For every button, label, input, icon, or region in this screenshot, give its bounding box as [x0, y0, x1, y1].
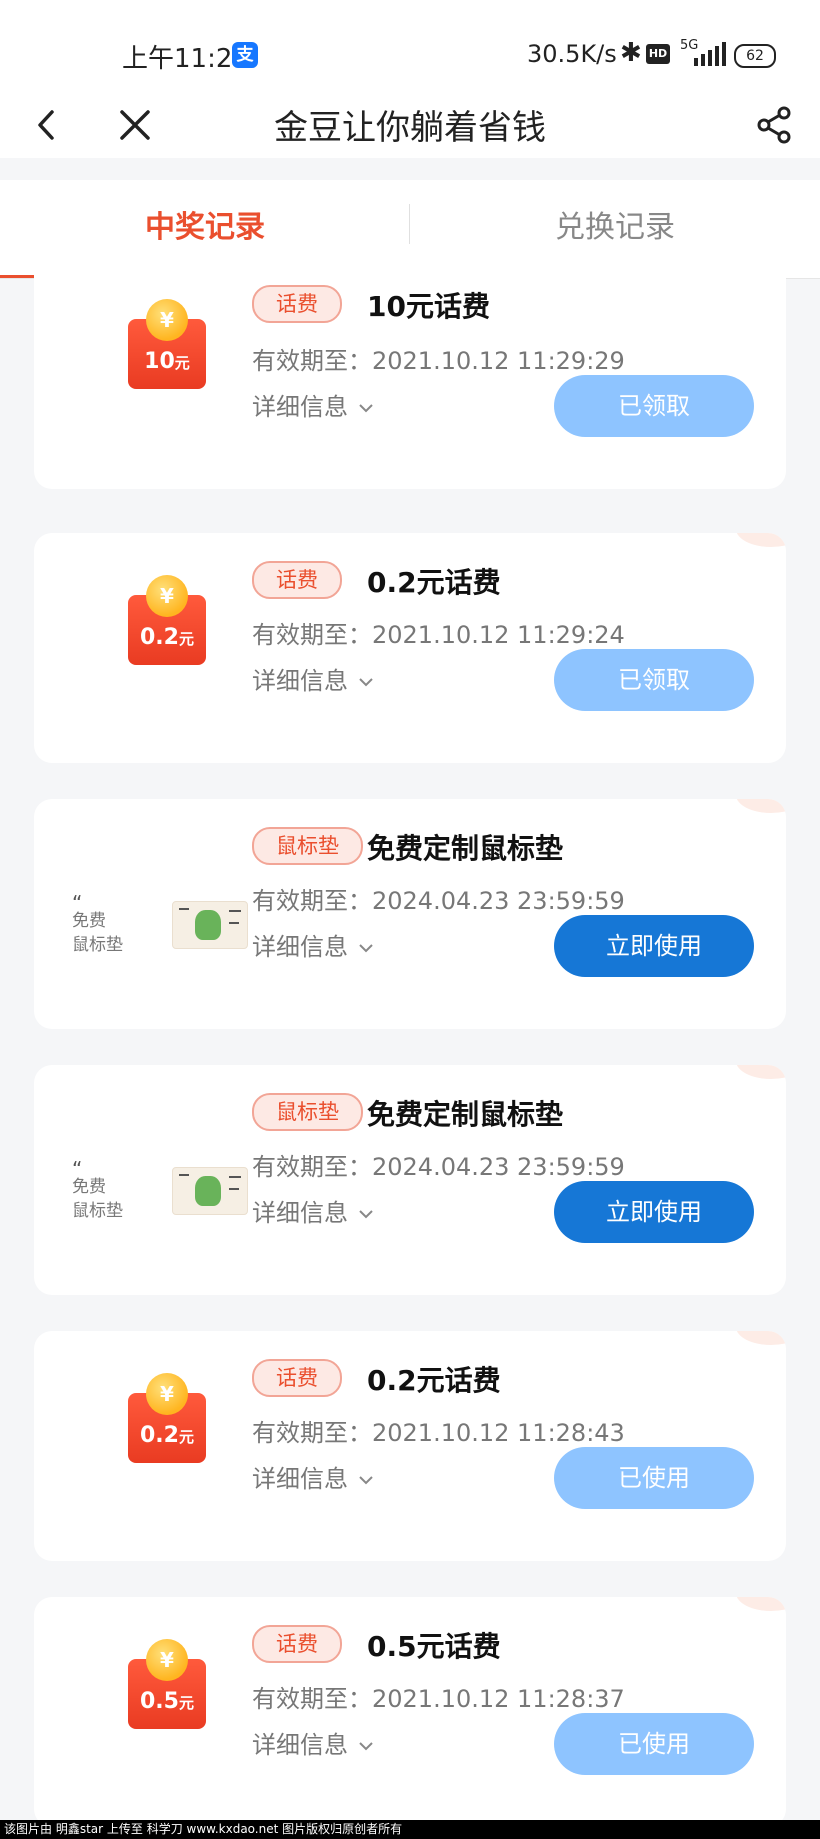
redpack-amount: 10元	[144, 349, 190, 374]
battery-icon: 62	[734, 44, 776, 68]
details-toggle[interactable]: 详细信息	[252, 927, 374, 962]
prize-card: “ 免费 鼠标垫 鼠标垫 免费定制鼠标垫 有效期至：2024.04.23 23:…	[34, 1065, 786, 1295]
prize-title: 0.2元话费	[367, 566, 501, 599]
used-button[interactable]: 已使用	[554, 1447, 754, 1509]
status-time: 上午11:29	[122, 44, 249, 74]
redpack-thumbnail: ¥ 0.2元	[64, 533, 234, 763]
details-toggle[interactable]: 详细信息	[252, 1459, 374, 1494]
details-label: 详细信息	[252, 667, 348, 695]
card-corner-decoration	[736, 799, 786, 813]
details-toggle[interactable]: 详细信息	[252, 1725, 374, 1760]
category-tag: 鼠标垫	[252, 827, 363, 865]
prize-title: 10元话费	[367, 290, 490, 323]
use-now-button[interactable]: 立即使用	[554, 915, 754, 977]
page-title: 金豆让你躺着省钱	[274, 108, 546, 148]
coin-icon: ¥	[146, 1639, 188, 1681]
redpack-amount: 0.5元	[140, 1689, 194, 1714]
category-tag: 话费	[252, 1625, 342, 1663]
validity-text: 有效期至：2024.04.23 23:59:59	[252, 887, 625, 915]
chevron-down-icon	[359, 1476, 373, 1485]
prize-card: ¥ 0.2元 话费 0.2元话费 有效期至：2021.10.12 11:28:4…	[34, 1331, 786, 1561]
category-tag: 话费	[252, 561, 342, 599]
used-button[interactable]: 已使用	[554, 1713, 754, 1775]
mousepad-thumb-label: “ 免费 鼠标垫	[72, 891, 123, 955]
mousepad-thumbnail: “ 免费 鼠标垫	[64, 799, 248, 1029]
prize-title: 0.2元话费	[367, 1364, 501, 1397]
card-corner-decoration	[736, 1331, 786, 1345]
validity-text: 有效期至：2021.10.12 11:28:37	[252, 1685, 625, 1713]
card-corner-decoration	[736, 1065, 786, 1079]
category-tag: 鼠标垫	[252, 1093, 363, 1131]
prize-title: 免费定制鼠标垫	[367, 1098, 564, 1131]
redpack-thumbnail: ¥ 10元	[64, 265, 234, 487]
prize-card: ¥ 0.2元 话费 0.2元话费 有效期至：2021.10.12 11:29:2…	[34, 533, 786, 763]
prize-title: 0.5元话费	[367, 1630, 501, 1663]
prize-card: “ 免费 鼠标垫 鼠标垫 免费定制鼠标垫 有效期至：2024.04.23 23:…	[34, 799, 786, 1029]
mousepad-thumbnail: “ 免费 鼠标垫	[64, 1065, 248, 1295]
details-label: 详细信息	[252, 933, 348, 961]
redpack-thumbnail: ¥ 0.5元	[64, 1597, 234, 1827]
chevron-down-icon	[359, 1210, 373, 1219]
network-speed: 30.5K/s	[527, 40, 617, 68]
prize-card: ¥ 0.5元 话费 0.5元话费 有效期至：2021.10.12 11:28:3…	[34, 1597, 786, 1827]
share-icon[interactable]	[752, 102, 798, 148]
bluetooth-icon: ✱	[620, 38, 642, 68]
category-tag: 话费	[252, 1359, 342, 1397]
coin-icon: ¥	[146, 1373, 188, 1415]
prize-card: ¥ 10元 话费 10元话费 有效期至：2021.10.12 11:29:29 …	[34, 265, 786, 489]
validity-text: 有效期至：2021.10.12 11:29:29	[252, 347, 625, 375]
redpack-thumbnail: ¥ 0.2元	[64, 1331, 234, 1561]
chevron-down-icon	[359, 404, 373, 413]
tab-prize-records[interactable]: 中奖记录	[0, 202, 410, 246]
chevron-down-icon	[359, 678, 373, 687]
tab-exchange-records[interactable]: 兑换记录	[410, 202, 820, 246]
signal-icon	[690, 42, 726, 66]
card-corner-decoration	[736, 533, 786, 547]
validity-text: 有效期至：2021.10.12 11:28:43	[252, 1419, 625, 1447]
hd-icon: HD	[646, 44, 670, 64]
mousepad-image	[172, 901, 248, 949]
details-label: 详细信息	[252, 1731, 348, 1759]
details-toggle[interactable]: 详细信息	[252, 387, 374, 422]
details-label: 详细信息	[252, 1465, 348, 1493]
redpack-amount: 0.2元	[140, 1423, 194, 1448]
validity-text: 有效期至：2021.10.12 11:29:24	[252, 621, 625, 649]
use-now-button[interactable]: 立即使用	[554, 1181, 754, 1243]
details-label: 详细信息	[252, 393, 348, 421]
details-label: 详细信息	[252, 1199, 348, 1227]
details-toggle[interactable]: 详细信息	[252, 661, 374, 696]
mousepad-thumb-label: “ 免费 鼠标垫	[72, 1157, 123, 1221]
alipay-notification-icon: 支	[232, 42, 258, 68]
chevron-down-icon	[359, 944, 373, 953]
coin-icon: ¥	[146, 575, 188, 617]
category-tag: 话费	[252, 285, 342, 323]
validity-text: 有效期至：2024.04.23 23:59:59	[252, 1153, 625, 1181]
prize-title: 免费定制鼠标垫	[367, 832, 564, 865]
card-corner-decoration	[736, 1597, 786, 1611]
claimed-button[interactable]: 已领取	[554, 375, 754, 437]
watermark-text: 该图片由 明鑫star 上传至 科学刀 www.kxdao.net 图片版权归原…	[0, 1820, 820, 1839]
details-toggle[interactable]: 详细信息	[252, 1193, 374, 1228]
chevron-down-icon	[359, 1742, 373, 1751]
mousepad-image	[172, 1167, 248, 1215]
coin-icon: ¥	[146, 299, 188, 341]
redpack-amount: 0.2元	[140, 625, 194, 650]
nav-bar: 金豆让你躺着省钱	[0, 92, 820, 158]
claimed-button[interactable]: 已领取	[554, 649, 754, 711]
